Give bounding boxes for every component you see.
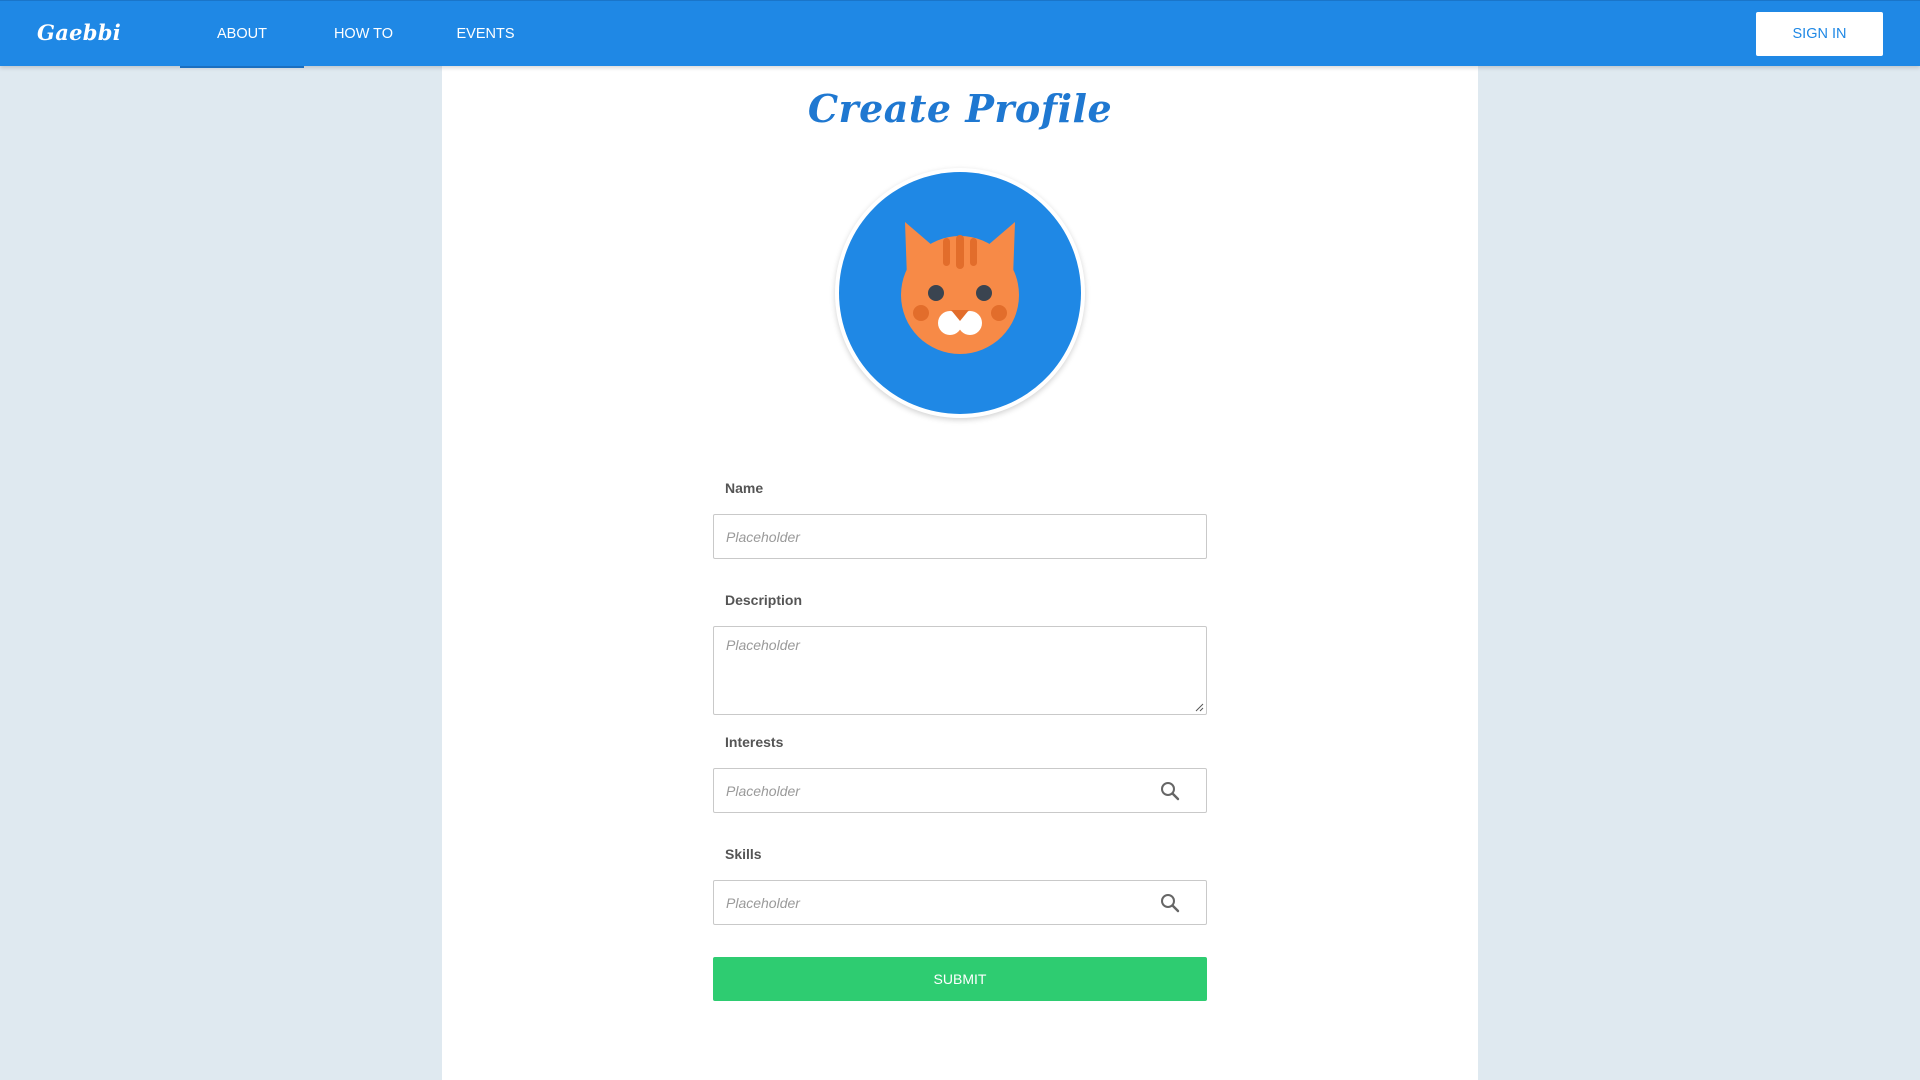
page-title: Create Profile: [807, 86, 1113, 131]
skills-label: Skills: [725, 846, 762, 862]
submit-button[interactable]: SUBMIT: [713, 957, 1207, 1001]
name-field-box: [713, 514, 1207, 559]
nav-item-events[interactable]: EVENTS: [448, 1, 523, 67]
name-input[interactable]: [714, 515, 1206, 558]
sign-in-button[interactable]: SIGN IN: [1756, 12, 1883, 56]
logo[interactable]: Gaebbi: [37, 20, 121, 45]
nav-item-how-to[interactable]: HOW TO: [320, 1, 407, 67]
name-label: Name: [725, 480, 764, 496]
interests-label: Interests: [725, 734, 784, 750]
description-label: Description: [725, 592, 803, 608]
search-icon[interactable]: [1160, 781, 1180, 801]
skills-search-input[interactable]: [714, 881, 1206, 924]
description-field-box: [713, 626, 1207, 715]
create-profile-card: Create Profile Name Placeholder Descript…: [442, 66, 1478, 1080]
skills-field-box: [713, 880, 1207, 925]
search-icon[interactable]: [1160, 893, 1180, 913]
top-navbar: Gaebbi ABOUT HOW TO EVENTS SIGN IN: [0, 0, 1920, 68]
profile-avatar[interactable]: [835, 168, 1085, 418]
cat-face-icon: [839, 172, 1081, 414]
description-textarea[interactable]: [714, 627, 1206, 714]
resize-handle-icon[interactable]: [1194, 702, 1204, 712]
nav-item-about[interactable]: ABOUT: [180, 1, 304, 68]
interests-search-input[interactable]: [714, 769, 1206, 812]
interests-field-box: [713, 768, 1207, 813]
